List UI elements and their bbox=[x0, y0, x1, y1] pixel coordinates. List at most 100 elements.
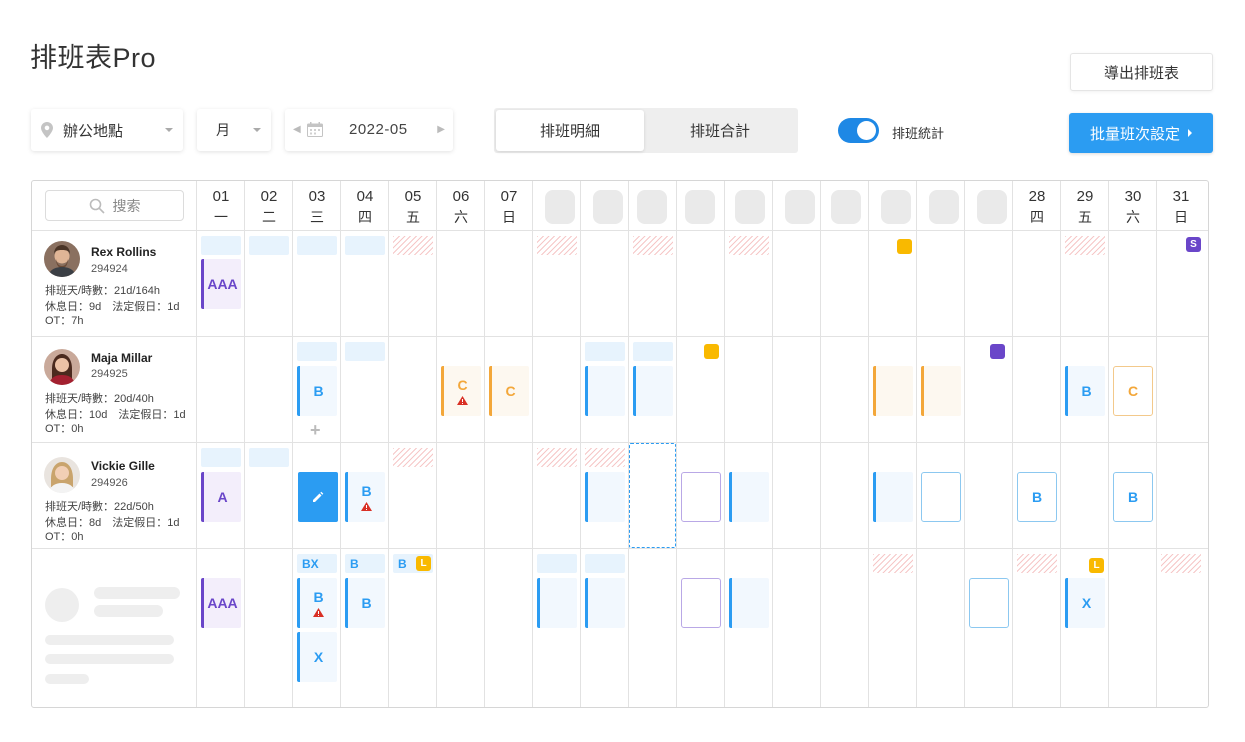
tab-schedule-detail[interactable]: 排班明細 bbox=[496, 110, 644, 151]
shift-block[interactable] bbox=[921, 472, 961, 522]
location-select-value: 辦公地點 bbox=[63, 122, 124, 140]
bulk-shift-setting-button[interactable]: 批量班次設定 bbox=[1069, 113, 1213, 153]
shift-block[interactable]: B bbox=[1017, 472, 1057, 522]
shift-slot[interactable] bbox=[585, 554, 625, 573]
holiday-marker bbox=[585, 448, 625, 467]
text-skeleton bbox=[45, 674, 89, 684]
shift-block[interactable] bbox=[873, 472, 913, 522]
search-input[interactable]: 搜索 bbox=[45, 190, 184, 221]
shift-block[interactable]: C bbox=[1113, 366, 1153, 416]
day-header-placeholder bbox=[881, 190, 911, 224]
chevron-down-icon bbox=[165, 128, 173, 132]
shift-slot[interactable] bbox=[201, 448, 241, 467]
shift-tag[interactable]: B bbox=[345, 554, 385, 573]
shift-block[interactable]: C bbox=[489, 366, 529, 416]
shift-block[interactable]: X bbox=[1065, 578, 1105, 628]
shift-block[interactable] bbox=[729, 578, 769, 628]
shift-slot[interactable] bbox=[633, 342, 673, 361]
text-skeleton bbox=[94, 605, 163, 617]
day-header[interactable]: 07 日 bbox=[485, 181, 533, 230]
tab-schedule-total[interactable]: 排班合計 bbox=[646, 110, 794, 151]
shift-block[interactable]: A bbox=[201, 472, 241, 522]
shift-block[interactable]: X bbox=[297, 632, 337, 682]
shift-block[interactable] bbox=[729, 472, 769, 522]
period-select[interactable]: 月 bbox=[197, 109, 271, 151]
shift-badge[interactable] bbox=[897, 239, 912, 254]
shift-block[interactable] bbox=[537, 578, 577, 628]
shift-block[interactable]: B bbox=[345, 472, 385, 522]
shift-block[interactable] bbox=[633, 366, 673, 416]
employee-id: 294925 bbox=[91, 368, 128, 380]
day-header-placeholder bbox=[785, 190, 815, 224]
shift-block[interactable]: B bbox=[1065, 366, 1105, 416]
shift-block[interactable] bbox=[969, 578, 1009, 628]
text-skeleton bbox=[45, 654, 174, 664]
day-header[interactable]: 01 一 bbox=[197, 181, 245, 230]
shift-block[interactable] bbox=[585, 578, 625, 628]
shift-badge[interactable] bbox=[704, 344, 719, 359]
edit-shift-button[interactable] bbox=[298, 472, 338, 522]
export-schedule-button[interactable]: 導出排班表 bbox=[1070, 53, 1213, 91]
shift-slot[interactable] bbox=[249, 236, 289, 255]
warning-icon bbox=[361, 502, 372, 511]
add-shift-icon[interactable]: + bbox=[310, 420, 321, 441]
shift-slot[interactable] bbox=[537, 554, 577, 573]
shift-slot[interactable] bbox=[345, 236, 385, 255]
shift-block[interactable] bbox=[921, 366, 961, 416]
shift-block[interactable] bbox=[585, 366, 625, 416]
day-header-placeholder bbox=[637, 190, 667, 224]
shift-slot[interactable] bbox=[201, 236, 241, 255]
avatar[interactable] bbox=[44, 457, 80, 493]
chevron-left-icon[interactable]: ◀ bbox=[293, 124, 301, 135]
shift-block[interactable]: AAA bbox=[201, 578, 241, 628]
day-header-placeholder bbox=[545, 190, 575, 224]
day-header[interactable]: 29 五 bbox=[1061, 181, 1109, 230]
page-title: 排班表Pro bbox=[30, 43, 157, 73]
shift-block[interactable]: B bbox=[297, 578, 337, 628]
shift-block[interactable] bbox=[873, 366, 913, 416]
avatar[interactable] bbox=[44, 241, 80, 277]
day-header[interactable]: 30 六 bbox=[1109, 181, 1157, 230]
shift-block[interactable]: AAA bbox=[201, 259, 241, 309]
shift-badge[interactable]: L bbox=[416, 556, 431, 571]
holiday-marker bbox=[537, 448, 577, 467]
day-header[interactable]: 05 五 bbox=[389, 181, 437, 230]
shift-slot[interactable] bbox=[249, 448, 289, 467]
employee-stat: OT：0h bbox=[45, 423, 84, 435]
day-header[interactable]: 04 四 bbox=[341, 181, 389, 230]
day-header[interactable]: 06 六 bbox=[437, 181, 485, 230]
day-header[interactable]: 02 二 bbox=[245, 181, 293, 230]
holiday-marker bbox=[1017, 554, 1057, 573]
caret-right-icon bbox=[1188, 129, 1192, 137]
day-header-placeholder bbox=[929, 190, 959, 224]
employee-name: Maja Millar bbox=[91, 351, 153, 365]
chevron-right-icon[interactable]: ▶ bbox=[437, 124, 445, 135]
shift-badge[interactable]: L bbox=[1089, 558, 1104, 573]
date-value: 2022-05 bbox=[349, 121, 408, 138]
selected-cell[interactable] bbox=[629, 443, 676, 548]
holiday-marker bbox=[393, 448, 433, 467]
avatar[interactable] bbox=[44, 349, 80, 385]
day-header[interactable]: 03 三 bbox=[293, 181, 341, 230]
shift-block[interactable]: B bbox=[345, 578, 385, 628]
shift-slot[interactable] bbox=[297, 236, 337, 255]
shift-tag[interactable]: BX bbox=[297, 554, 337, 573]
shift-block[interactable] bbox=[585, 472, 625, 522]
day-header[interactable]: 31 日 bbox=[1157, 181, 1205, 230]
shift-slot[interactable] bbox=[585, 342, 625, 361]
shift-block[interactable] bbox=[681, 578, 721, 628]
shift-block[interactable]: B bbox=[1113, 472, 1153, 522]
shift-slot[interactable] bbox=[297, 342, 337, 361]
shift-slot[interactable] bbox=[345, 342, 385, 361]
schedule-stats-label: 排班統計 bbox=[892, 126, 945, 141]
shift-block[interactable]: C bbox=[441, 366, 481, 416]
date-picker[interactable]: ◀ 2022-05 ▶ bbox=[285, 109, 453, 151]
shift-block[interactable]: B bbox=[297, 366, 337, 416]
location-select[interactable]: 辦公地點 bbox=[31, 109, 183, 151]
day-header[interactable]: 28 四 bbox=[1013, 181, 1061, 230]
shift-badge[interactable] bbox=[990, 344, 1005, 359]
view-tabs: 排班明細 排班合計 bbox=[494, 108, 798, 153]
schedule-stats-toggle[interactable] bbox=[838, 118, 879, 143]
shift-badge[interactable]: S bbox=[1186, 237, 1201, 252]
shift-block[interactable] bbox=[681, 472, 721, 522]
